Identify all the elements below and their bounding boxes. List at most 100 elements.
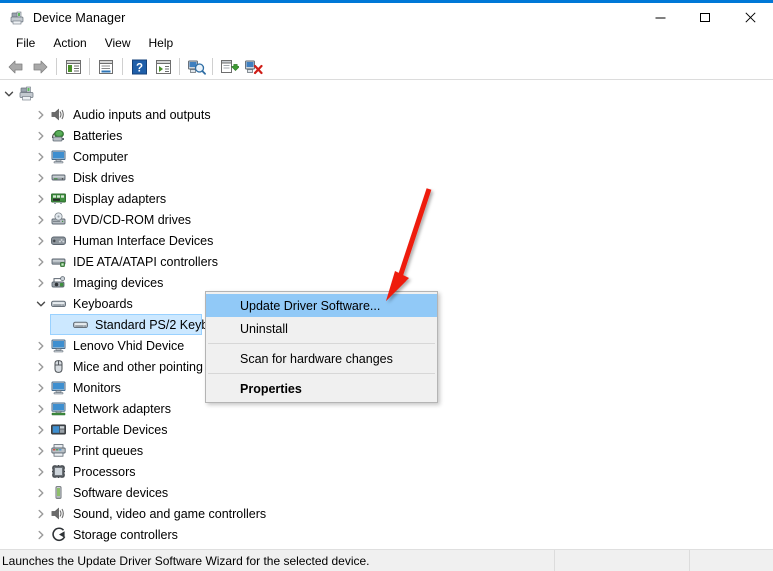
chevron-right-icon[interactable] [32, 335, 50, 356]
tree-item-label: Processors [73, 464, 136, 479]
tree-item-batteries[interactable]: Batteries [0, 125, 773, 146]
tree-item-label: Keyboards [73, 296, 133, 311]
show-hide-console-tree-icon[interactable] [61, 56, 85, 78]
maximize-button[interactable] [683, 3, 728, 32]
hid-icon [50, 232, 67, 249]
menu-action[interactable]: Action [44, 33, 95, 53]
context-menu-item-scan-for-hardware-changes[interactable]: Scan for hardware changes [206, 347, 437, 370]
menu-bar: File Action View Help [0, 32, 773, 54]
optical-drive-icon [50, 211, 67, 228]
status-bar: Launches the Update Driver Software Wiza… [0, 549, 773, 571]
chevron-right-icon[interactable] [32, 524, 50, 545]
chevron-right-icon[interactable] [32, 398, 50, 419]
display-adapter-icon [50, 190, 67, 207]
tree-item-dvd-cd-rom-drives[interactable]: DVD/CD-ROM drives [0, 209, 773, 230]
context-menu[interactable]: Update Driver Software... Uninstall Scan f… [205, 291, 438, 403]
tree-item-label: Imaging devices [73, 275, 164, 290]
context-menu-item-update-driver-software[interactable]: Update Driver Software... [206, 294, 437, 317]
chevron-right-icon[interactable] [32, 251, 50, 272]
tree-item-label: Display adapters [73, 191, 167, 206]
storage-controller-icon [50, 526, 67, 543]
chevron-down-icon[interactable] [0, 83, 18, 104]
monitor-icon [50, 337, 67, 354]
uninstall-device-icon[interactable] [241, 56, 265, 78]
toolbar-separator [89, 58, 90, 75]
toolbar-separator [122, 58, 123, 75]
menu-file[interactable]: File [7, 33, 44, 53]
window-controls [638, 3, 773, 32]
context-menu-separator [208, 373, 435, 374]
tree-item-label: Portable Devices [73, 422, 168, 437]
chevron-right-icon[interactable] [32, 104, 50, 125]
processor-icon [50, 463, 67, 480]
menu-help[interactable]: Help [140, 33, 183, 53]
tree-item-label: Print queues [73, 443, 144, 458]
context-menu-item-properties[interactable]: Properties [206, 377, 437, 400]
tree-item-ide-ata-atapi-controllers[interactable]: IDE ATA/ATAPI controllers [0, 251, 773, 272]
tree-item-imaging-devices[interactable]: Imaging devices [0, 272, 773, 293]
chevron-right-icon[interactable] [32, 419, 50, 440]
tree-item-display-adapters[interactable]: Display adapters [0, 188, 773, 209]
chevron-down-icon[interactable] [32, 293, 50, 314]
close-button[interactable] [728, 3, 773, 32]
software-device-icon [50, 484, 67, 501]
properties-icon[interactable] [94, 56, 118, 78]
chevron-right-icon[interactable] [32, 230, 50, 251]
tree-item-print-queues[interactable]: Print queues [0, 440, 773, 461]
forward-icon[interactable] [28, 56, 52, 78]
chevron-right-icon[interactable] [32, 209, 50, 230]
minimize-button[interactable] [638, 3, 683, 32]
menu-view[interactable]: View [96, 33, 140, 53]
tree-item-label: Human Interface Devices [73, 233, 214, 248]
update-driver-software-icon[interactable] [217, 56, 241, 78]
chevron-right-icon[interactable] [32, 356, 50, 377]
context-menu-item-uninstall[interactable]: Uninstall [206, 317, 437, 340]
tree-item-human-interface-devices[interactable]: Human Interface Devices [0, 230, 773, 251]
chevron-right-icon[interactable] [32, 503, 50, 524]
keyboard-icon [72, 316, 89, 333]
chevron-right-icon[interactable] [32, 377, 50, 398]
context-menu-items: Update Driver Software... Uninstall Scan f… [206, 294, 437, 400]
portable-device-icon [50, 421, 67, 438]
tree-item-label: IDE ATA/ATAPI controllers [73, 254, 218, 269]
tree-item-storage-controllers[interactable]: Storage controllers [0, 524, 773, 545]
chevron-right-icon[interactable] [32, 167, 50, 188]
tree-item-computer[interactable]: Computer [0, 146, 773, 167]
scan-for-hardware-changes-icon[interactable] [184, 56, 208, 78]
computer-root-icon [18, 85, 35, 102]
help-icon[interactable]: ? [127, 56, 151, 78]
title-bar: Device Manager [0, 3, 773, 32]
svg-text:?: ? [135, 62, 142, 74]
tree-item-portable-devices[interactable]: Portable Devices [0, 419, 773, 440]
chevron-right-icon[interactable] [32, 272, 50, 293]
status-message: Launches the Update Driver Software Wiza… [0, 550, 555, 571]
chevron-right-icon[interactable] [32, 188, 50, 209]
tree-item-audio-inputs-and-outputs[interactable]: Audio inputs and outputs [0, 104, 773, 125]
toolbar-separator [56, 58, 57, 75]
chevron-right-icon[interactable] [32, 146, 50, 167]
tree-row-root[interactable] [0, 83, 773, 104]
chevron-right-icon[interactable] [32, 125, 50, 146]
device-manager-window: Device Manager File Action View Help ? A… [0, 0, 773, 571]
tree-item-label: Monitors [73, 380, 121, 395]
show-hide-action-pane-icon[interactable] [151, 56, 175, 78]
tree-item-sound-video-and-game-controllers[interactable]: Sound, video and game controllers [0, 503, 773, 524]
tree-item-software-devices[interactable]: Software devices [0, 482, 773, 503]
tree-item-label: DVD/CD-ROM drives [73, 212, 192, 227]
tree-item-label: Lenovo Vhid Device [73, 338, 185, 353]
window-title: Device Manager [33, 10, 126, 25]
tree-item-processors[interactable]: Processors [0, 461, 773, 482]
printer-icon [50, 442, 67, 459]
battery-icon [50, 127, 67, 144]
chevron-right-icon[interactable] [32, 461, 50, 482]
tree-item-disk-drives[interactable]: Disk drives [0, 167, 773, 188]
chevron-right-icon[interactable] [32, 440, 50, 461]
disk-drive-icon [50, 169, 67, 186]
tree-item-label: Storage controllers [73, 527, 178, 542]
mouse-icon [50, 358, 67, 375]
back-icon[interactable] [4, 56, 28, 78]
tree-item-label: Software devices [73, 485, 169, 500]
network-adapter-icon [50, 400, 67, 417]
chevron-right-icon[interactable] [32, 482, 50, 503]
